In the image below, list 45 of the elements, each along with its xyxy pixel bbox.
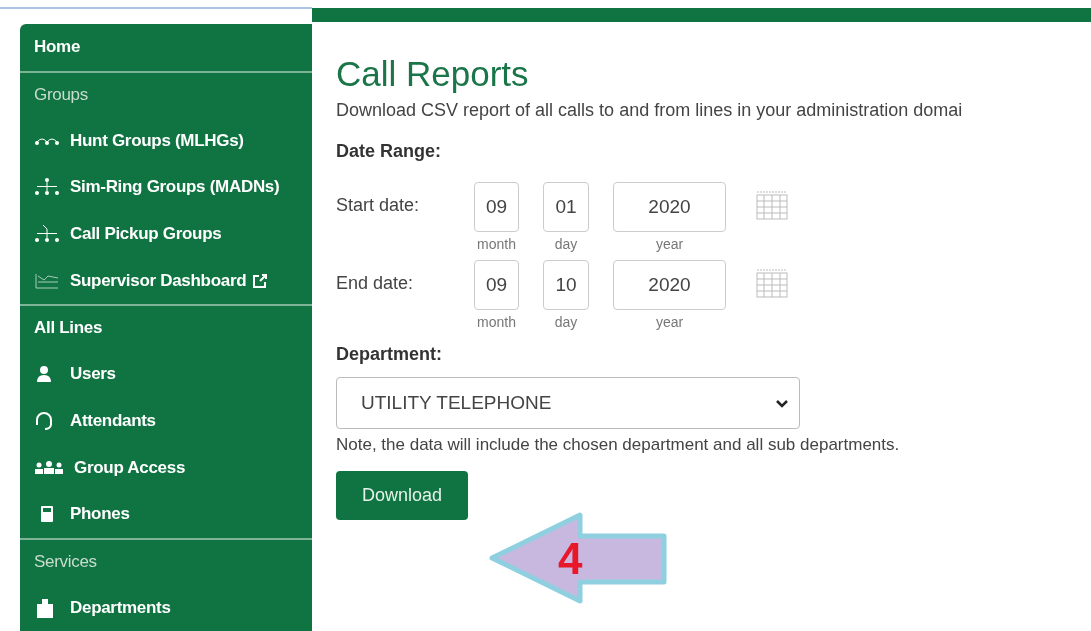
year-field[interactable]: 2020 [613, 260, 726, 310]
hierarchy-icon [34, 224, 60, 245]
sidebar-item[interactable]: Phones [20, 490, 312, 538]
sidebar-item[interactable]: Sim-Ring Groups (MADNs) [20, 164, 312, 211]
year-caption: year [655, 236, 684, 252]
dots-icon [34, 135, 60, 146]
day-field[interactable]: 10 [543, 260, 589, 310]
month-field[interactable]: 09 [474, 182, 519, 232]
day-caption: day [554, 314, 578, 330]
sidebar-item[interactable]: Users [20, 350, 312, 398]
day-caption: day [554, 236, 578, 252]
sidebar-item[interactable]: Departments [20, 584, 312, 631]
sidebar-item[interactable]: Call Pickup Groups [20, 210, 312, 258]
department-label: Department: [336, 344, 443, 365]
page-title: Call Reports [336, 54, 530, 94]
sidebar-item[interactable]: Supervisor Dashboard [20, 257, 312, 305]
description-text: Download CSV report of all calls to and from lines in your administration domai [336, 100, 964, 121]
sidebar-item[interactable]: Attendants [20, 397, 312, 445]
day-field[interactable]: 01 [543, 182, 589, 232]
arrow-callout: 4 [488, 512, 668, 604]
phone-icon [41, 506, 53, 523]
sidebar-section-label: Services [20, 537, 312, 585]
sidebar-heading[interactable]: Home [20, 24, 312, 71]
people-icon [34, 459, 64, 476]
sidebar-item[interactable]: Group Access [20, 444, 312, 491]
chart-icon [34, 271, 60, 290]
calendar-icon [756, 268, 788, 298]
chevron-down-icon [775, 398, 789, 408]
sidebar-heading[interactable]: All Lines [20, 304, 312, 351]
download-button[interactable]: Download [336, 471, 468, 520]
date-range-label: Date Range: [336, 141, 443, 162]
note-text: Note, the data will include the chosen department and all sub departments. [336, 435, 901, 455]
external-link-icon [252, 272, 269, 289]
sidebar-section-label: Groups [20, 70, 312, 118]
date-label: Start date: [336, 194, 421, 216]
year-caption: year [655, 314, 684, 330]
department-select[interactable]: UTILITY TELEPHONE [336, 377, 800, 429]
sidebar-item[interactable]: Hunt Groups (MLHGs) [20, 117, 312, 165]
year-field[interactable]: 2020 [613, 182, 726, 232]
hierarchy-icon [34, 177, 60, 198]
date-label: End date: [336, 272, 415, 294]
month-caption: month [477, 314, 516, 330]
month-caption: month [477, 236, 516, 252]
month-field[interactable]: 09 [474, 260, 519, 310]
calendar-icon [756, 190, 788, 220]
